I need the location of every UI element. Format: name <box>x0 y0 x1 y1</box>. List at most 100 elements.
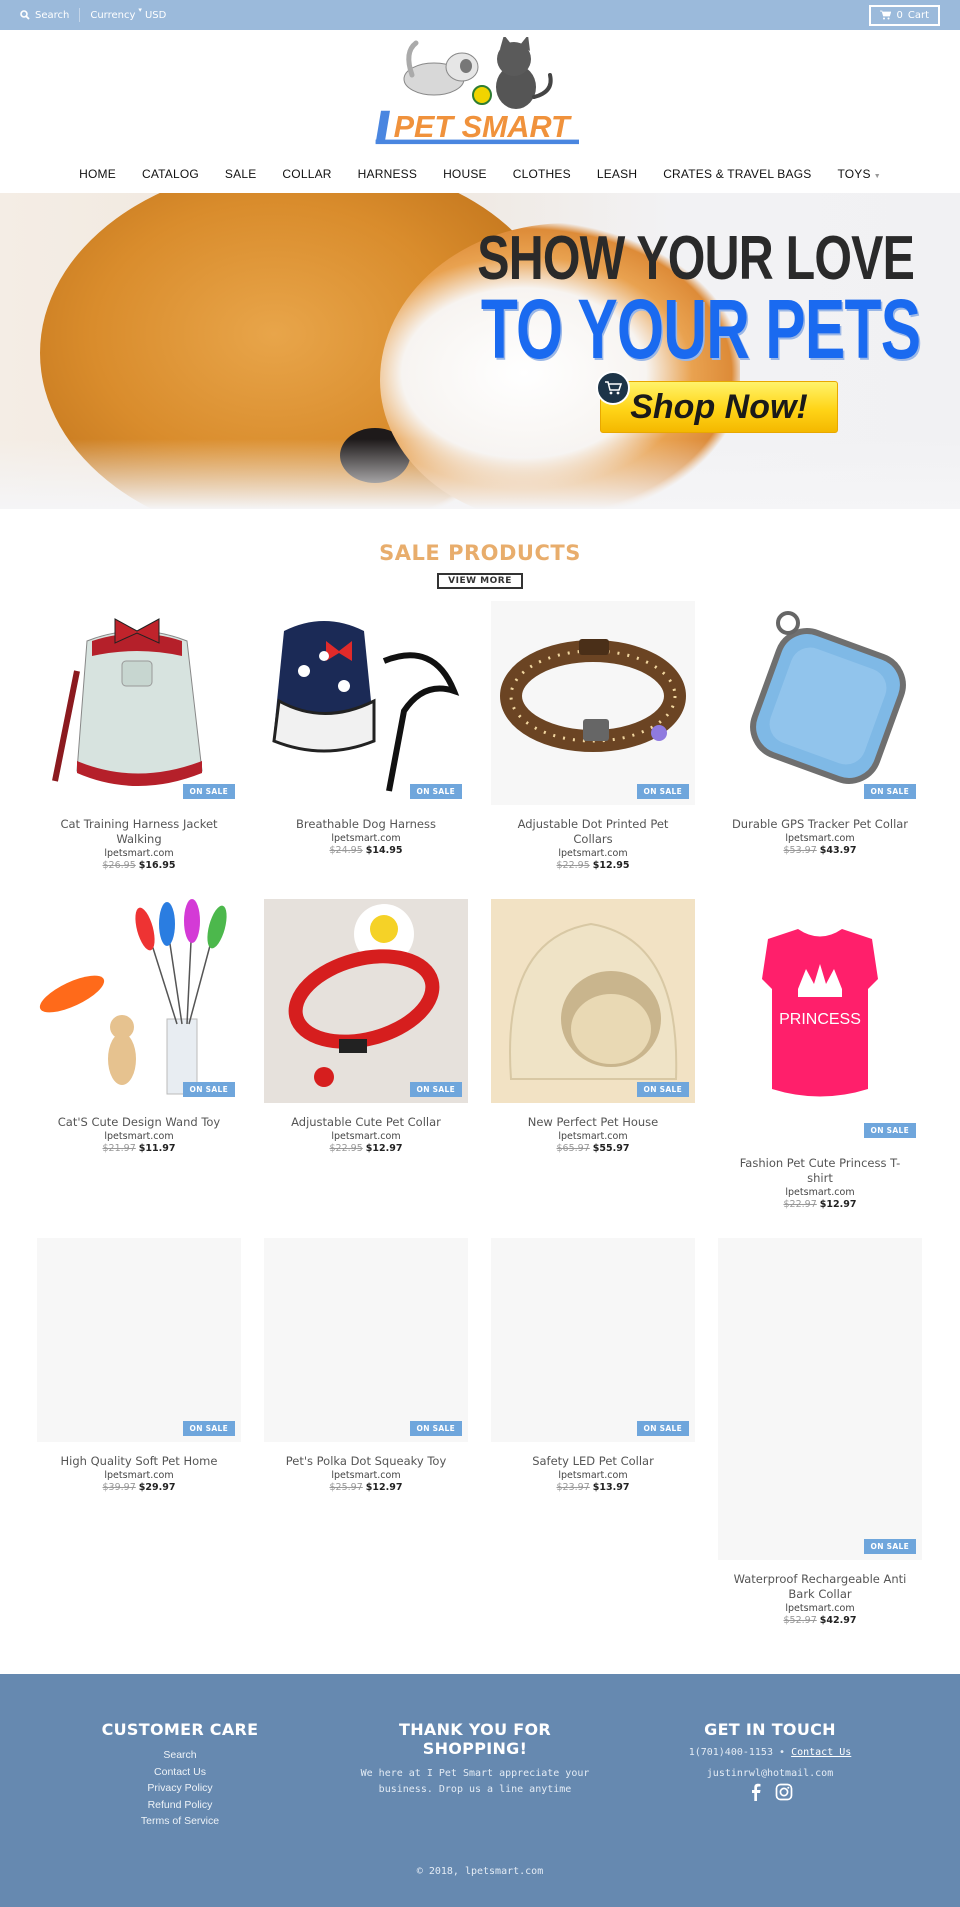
nav-item-leash[interactable]: LEASH <box>584 167 650 181</box>
sale-price: $14.95 <box>365 845 403 856</box>
product-vendor: lpetsmart.com <box>331 833 401 844</box>
footer-link-privacy[interactable]: Privacy Policy <box>60 1780 300 1797</box>
section-title: SALE PRODUCTS <box>379 541 581 565</box>
original-price: $26.95 <box>102 860 136 871</box>
product-title[interactable]: Cat'S Cute Design Wand Toy <box>37 1115 241 1130</box>
original-price: $22.95 <box>556 860 590 871</box>
footer-link-contact[interactable]: Contact Us <box>60 1764 300 1781</box>
product-image-placeholder[interactable]: ON SALE <box>491 1238 695 1442</box>
product-card[interactable]: ON SALE Waterproof Rechargeable Anti Bar… <box>718 1238 922 1626</box>
product-price: $22.97 $12.97 <box>718 1199 922 1210</box>
footer-link-refund[interactable]: Refund Policy <box>60 1797 300 1814</box>
nav-item-clothes[interactable]: CLOTHES <box>500 167 584 181</box>
product-card[interactable]: ON SALE Pet's Polka Dot Squeaky Toy lpet… <box>264 1238 468 1626</box>
footer-customer-care: CUSTOMER CARE Search Contact Us Privacy … <box>60 1720 300 1830</box>
product-title[interactable]: Pet's Polka Dot Squeaky Toy <box>264 1454 468 1469</box>
footer-heading: CUSTOMER CARE <box>101 1720 259 1739</box>
search-link[interactable]: Search <box>20 10 69 21</box>
on-sale-badge: ON SALE <box>863 1539 916 1554</box>
hero-floor <box>0 439 960 509</box>
product-card[interactable]: ON SALE New Perfect Pet House lpetsmart.… <box>491 899 695 1210</box>
nav-item-home[interactable]: HOME <box>66 167 129 181</box>
cart-label: Cart <box>907 9 929 21</box>
search-icon <box>20 10 30 20</box>
footer-thanks: THANK YOU FOR SHOPPING! We here at I Pet… <box>345 1720 605 1830</box>
product-image[interactable]: ON SALE <box>264 601 468 805</box>
product-image[interactable]: ON SALE <box>264 899 468 1103</box>
shop-now-button[interactable]: Shop Now! <box>600 381 838 433</box>
sale-price: $12.97 <box>365 1143 403 1154</box>
cart-icon <box>880 10 892 20</box>
product-vendor: lpetsmart.com <box>785 1603 855 1614</box>
product-title[interactable]: Fashion Pet Cute Princess T-shirt <box>718 1156 922 1186</box>
separator: • <box>779 1747 786 1758</box>
product-card[interactable]: ON SALE Safety LED Pet Collar lpetsmart.… <box>491 1238 695 1626</box>
divider <box>79 8 81 22</box>
nav-item-collar[interactable]: COLLAR <box>269 167 344 181</box>
product-card[interactable]: ON SALE Durable GPS Tracker Pet Collar l… <box>718 601 922 871</box>
sale-price: $55.97 <box>592 1143 630 1154</box>
nav-item-sale[interactable]: SALE <box>212 167 270 181</box>
sale-price: $11.97 <box>138 1143 176 1154</box>
product-price: $21.97 $11.97 <box>37 1143 241 1154</box>
top-bar: Search Currency ▾ USD 0 Cart <box>0 0 960 30</box>
product-image-placeholder[interactable]: ON SALE <box>264 1238 468 1442</box>
currency-label: Currency <box>90 9 136 21</box>
product-price: $52.97 $42.97 <box>718 1615 922 1626</box>
product-image[interactable]: ON SALE <box>37 601 241 805</box>
sale-price: $12.97 <box>365 1482 403 1493</box>
product-image[interactable]: PRINCESS ON SALE <box>718 899 922 1144</box>
nav-item-catalog[interactable]: CATALOG <box>129 167 212 181</box>
nav-item-crates[interactable]: CRATES & TRAVEL BAGS <box>650 167 824 181</box>
original-price: $23.97 <box>556 1482 590 1493</box>
product-price: $25.97 $12.97 <box>264 1482 468 1493</box>
store-logo[interactable]: PET SMART <box>364 34 596 149</box>
hero-banner[interactable]: SHOW YOUR LOVE TO YOUR PETS Shop Now! <box>0 193 960 509</box>
product-card[interactable]: ON SALE Breathable Dog Harness lpetsmart… <box>264 601 468 871</box>
product-card[interactable]: ON SALE Cat Training Harness Jacket Walk… <box>37 601 241 871</box>
cart-button[interactable]: 0 Cart <box>869 4 940 26</box>
product-image[interactable]: ON SALE <box>491 899 695 1103</box>
phone-number: 1(701)400-1153 <box>688 1747 773 1758</box>
sale-price: $29.97 <box>138 1482 176 1493</box>
original-price: $65.97 <box>556 1143 590 1154</box>
product-title[interactable]: Breathable Dog Harness <box>264 817 468 832</box>
product-title[interactable]: Durable GPS Tracker Pet Collar <box>718 817 922 832</box>
product-image-placeholder[interactable]: ON SALE <box>37 1238 241 1442</box>
product-title[interactable]: New Perfect Pet House <box>491 1115 695 1130</box>
product-title[interactable]: Safety LED Pet Collar <box>491 1454 695 1469</box>
product-image-placeholder[interactable]: ON SALE <box>718 1238 922 1560</box>
product-card[interactable]: ON SALE Adjustable Dot Printed Pet Colla… <box>491 601 695 871</box>
harness-jacket-image <box>52 618 203 786</box>
on-sale-badge: ON SALE <box>409 784 462 799</box>
product-card[interactable]: PRINCESS ON SALE Fashion Pet Cute Prince… <box>718 899 922 1210</box>
wand-toy-image <box>39 899 227 1095</box>
product-title[interactable]: Cat Training Harness Jacket Walking <box>37 817 241 847</box>
product-vendor: lpetsmart.com <box>558 1131 628 1142</box>
product-image[interactable]: ON SALE <box>37 899 241 1103</box>
footer-link-terms[interactable]: Terms of Service <box>60 1813 300 1830</box>
currency-selector[interactable]: Currency ▾ USD <box>90 6 166 21</box>
instagram-icon[interactable] <box>775 1783 793 1801</box>
product-card[interactable]: ON SALE Adjustable Cute Pet Collar lpets… <box>264 899 468 1210</box>
product-title[interactable]: High Quality Soft Pet Home <box>37 1454 241 1469</box>
footer-link-search[interactable]: Search <box>60 1747 300 1764</box>
contact-email[interactable]: justinrwl@hotmail.com <box>650 1768 890 1779</box>
product-image[interactable]: ON SALE <box>718 601 922 805</box>
product-vendor: lpetsmart.com <box>331 1131 401 1142</box>
contact-us-link[interactable]: Contact Us <box>791 1747 851 1758</box>
product-card[interactable]: ON SALE Cat'S Cute Design Wand Toy lpets… <box>37 899 241 1210</box>
facebook-icon[interactable] <box>747 1783 765 1801</box>
main-nav: HOME CATALOG SALE COLLAR HARNESS HOUSE C… <box>0 155 960 193</box>
product-title[interactable]: Waterproof Rechargeable Anti Bark Collar <box>718 1572 922 1602</box>
cart-count: 0 <box>896 9 903 21</box>
nav-item-harness[interactable]: HARNESS <box>345 167 430 181</box>
nav-item-house[interactable]: HOUSE <box>430 167 500 181</box>
search-label: Search <box>35 9 70 21</box>
product-title[interactable]: Adjustable Dot Printed Pet Collars <box>491 817 695 847</box>
nav-item-toys[interactable]: TOYS ▼ <box>824 167 893 181</box>
product-card[interactable]: ON SALE High Quality Soft Pet Home lpets… <box>37 1238 241 1626</box>
product-image[interactable]: ON SALE <box>491 601 695 805</box>
view-more-button[interactable]: VIEW MORE <box>437 573 523 589</box>
product-title[interactable]: Adjustable Cute Pet Collar <box>264 1115 468 1130</box>
